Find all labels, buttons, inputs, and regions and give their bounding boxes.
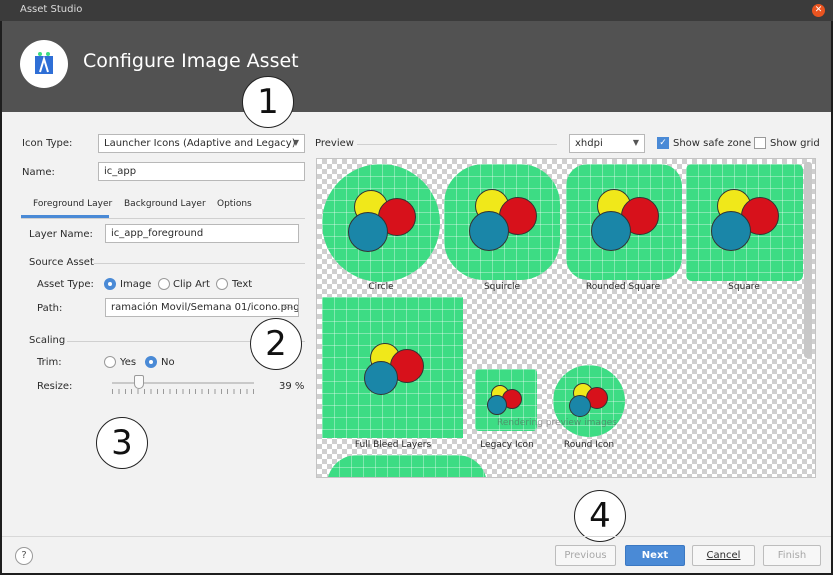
asset-type-label: Asset Type:: [37, 279, 94, 290]
previous-button[interactable]: Previous: [555, 545, 616, 566]
icon-type-select[interactable]: Launcher Icons (Adaptive and Legacy) ▼: [98, 134, 305, 153]
cancel-button[interactable]: Cancel: [692, 545, 755, 566]
preview-label-legacy: Legacy Icon: [480, 440, 534, 450]
tab-options[interactable]: Options: [217, 199, 252, 209]
tab-background-layer[interactable]: Background Layer: [124, 199, 206, 209]
page-title: Configure Image Asset: [83, 50, 299, 72]
resize-slider-ticks: [112, 389, 254, 394]
preview-squircle-icon: [444, 164, 560, 280]
preview-rounded-square-icon: [566, 164, 682, 280]
preview-label: Preview: [315, 138, 354, 149]
dialog-content: Icon Type: Launcher Icons (Adaptive and …: [2, 76, 831, 573]
asset-type-text-radio[interactable]: [216, 278, 228, 290]
preview-panel: Circle Squircle Rounded Square Square Fu…: [316, 158, 816, 478]
chevron-down-icon: ▼: [632, 138, 639, 147]
layer-name-input[interactable]: ic_app_foreground: [105, 224, 299, 243]
name-input[interactable]: ic_app: [98, 162, 305, 181]
window-titlebar: Asset Studio ✕: [0, 0, 833, 21]
android-studio-icon: [20, 40, 68, 88]
tabs-divider: [21, 218, 305, 219]
preview-label-square: Square: [728, 282, 760, 292]
preview-circle-icon: [322, 164, 440, 282]
preview-square-icon: [686, 164, 803, 281]
path-value: ramación Movil/Semana 01/icono.png: [111, 302, 299, 313]
preview-scrollbar[interactable]: [804, 162, 812, 358]
preview-label-rounded-square: Rounded Square: [585, 282, 661, 292]
source-asset-divider: [94, 263, 305, 264]
asset-type-text-label: Text: [232, 279, 253, 290]
trim-no-label: No: [161, 357, 175, 368]
resize-slider-thumb[interactable]: [134, 375, 144, 389]
show-grid-checkbox[interactable]: [754, 137, 766, 149]
show-safe-zone-checkbox[interactable]: ✓: [657, 137, 669, 149]
source-asset-heading: Source Asset: [29, 257, 94, 268]
preview-next-row-icon: [327, 455, 487, 477]
trim-yes-radio[interactable]: [104, 356, 116, 368]
asset-type-image-radio[interactable]: [104, 278, 116, 290]
trim-label: Trim:: [37, 357, 62, 368]
resize-label: Resize:: [37, 381, 73, 392]
preview-label-squircle: Squircle: [483, 282, 521, 292]
icon-type-value: Launcher Icons (Adaptive and Legacy): [104, 138, 296, 149]
annotation-marker-2: 2: [250, 318, 302, 370]
icon-type-label: Icon Type:: [22, 138, 73, 149]
window-title: Asset Studio: [20, 4, 83, 15]
show-grid-label: Show grid: [770, 138, 820, 149]
preview-label-full-bleed: Full Bleed Layers: [354, 440, 432, 450]
annotation-marker-4: 4: [574, 490, 626, 542]
path-label: Path:: [37, 303, 63, 314]
preview-divider: [357, 144, 557, 145]
chevron-down-icon: ▼: [292, 138, 299, 147]
density-select[interactable]: xhdpi ▼: [569, 134, 645, 153]
asset-type-clipart-radio[interactable]: [158, 278, 170, 290]
preview-label-round: Round Icon: [563, 440, 615, 450]
layer-name-label: Layer Name:: [29, 229, 93, 240]
annotation-marker-1: 1: [242, 76, 294, 128]
trim-no-radio[interactable]: [145, 356, 157, 368]
name-label: Name:: [22, 167, 55, 178]
path-input[interactable]: ramación Movil/Semana 01/icono.png: [105, 298, 299, 317]
scaling-heading: Scaling: [29, 335, 66, 346]
close-icon[interactable]: ✕: [812, 4, 825, 17]
footer-divider: [2, 536, 831, 537]
preview-full-bleed-icon: [322, 297, 463, 438]
tab-foreground-layer[interactable]: Foreground Layer: [33, 199, 112, 209]
resize-value: 39 %: [279, 381, 305, 392]
trim-yes-label: Yes: [120, 357, 137, 368]
dialog-header: Configure Image Asset: [2, 21, 831, 112]
density-value: xhdpi: [575, 138, 603, 149]
rendering-preview-text: Rendering preview images: [497, 418, 617, 428]
asset-type-clipart-label: Clip Art: [173, 279, 210, 290]
preview-label-circle: Circle: [368, 282, 394, 292]
finish-button[interactable]: Finish: [763, 545, 821, 566]
help-button[interactable]: ?: [15, 547, 33, 565]
folder-icon[interactable]: ▭: [283, 301, 292, 312]
annotation-marker-3: 3: [96, 417, 148, 469]
show-safe-zone-label: Show safe zone: [673, 138, 752, 149]
next-button[interactable]: Next: [625, 545, 685, 566]
asset-type-image-label: Image: [120, 279, 152, 290]
